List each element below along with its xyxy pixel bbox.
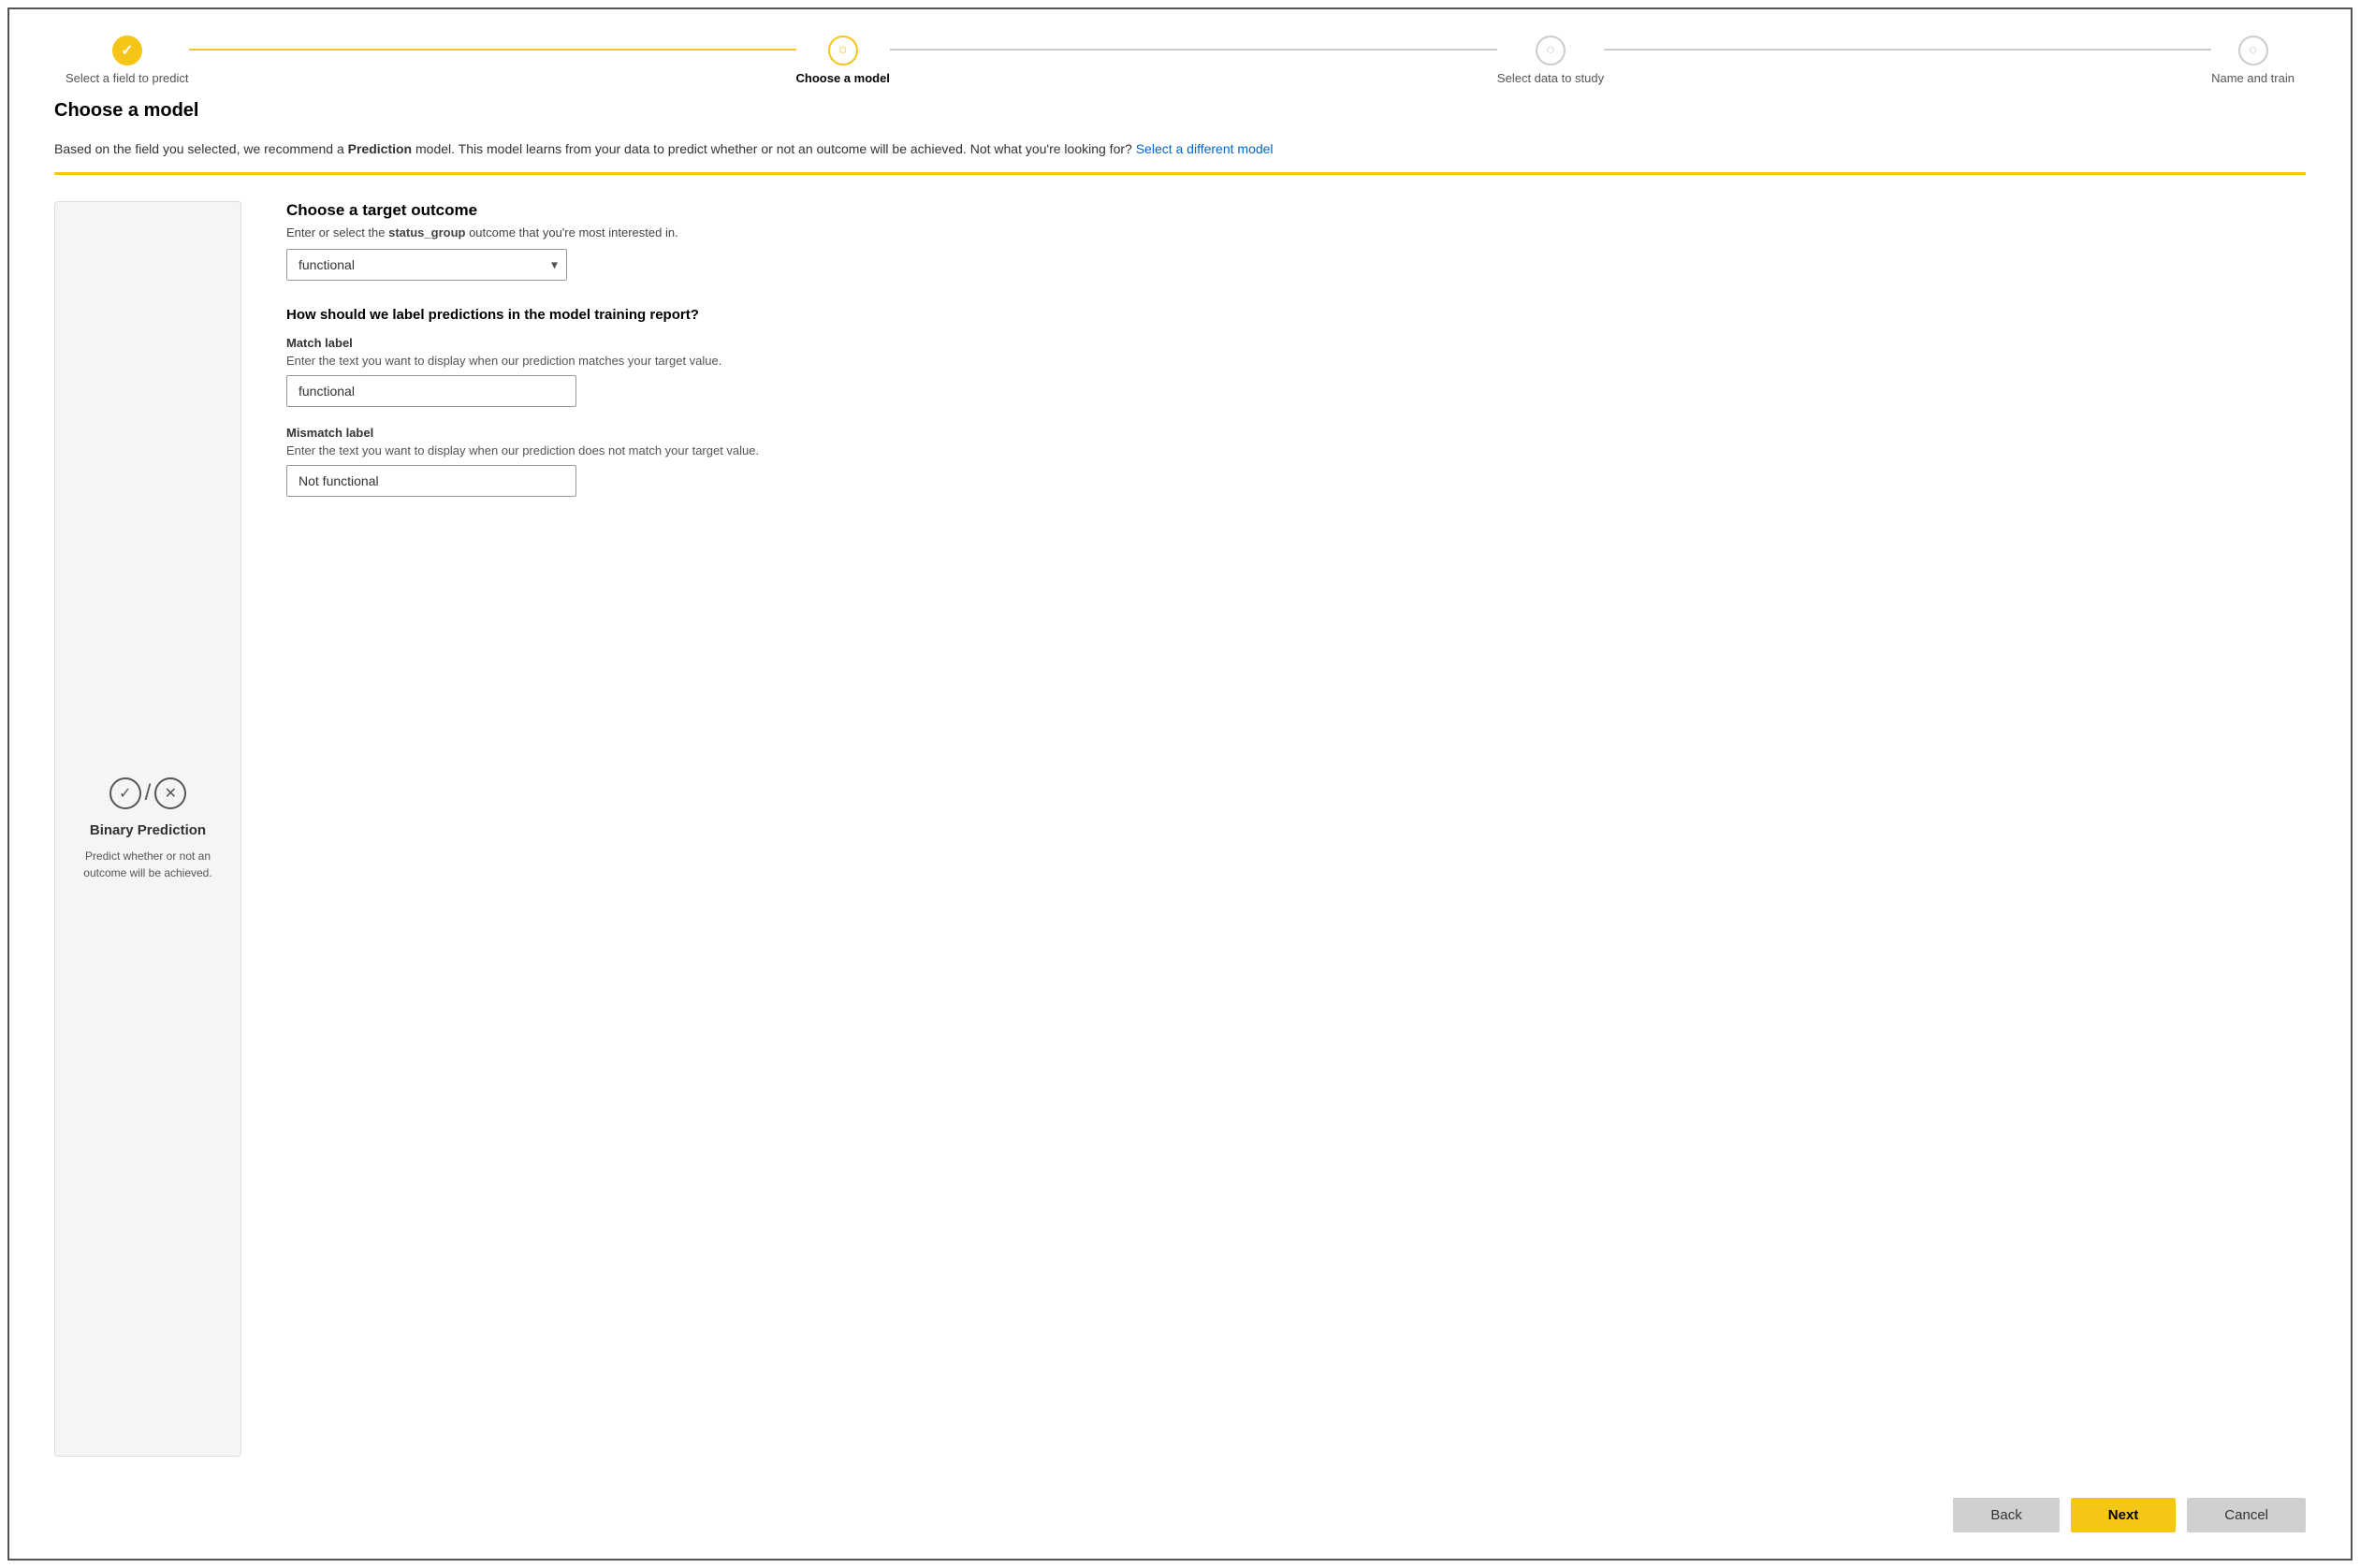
sub-text-1: Enter or select the [286,225,388,240]
step-circle-2: ○ [828,36,858,65]
target-outcome-dropdown[interactable]: functional functional needs repair non f… [286,249,567,281]
match-label-input[interactable] [286,375,576,407]
gold-divider [54,172,2306,175]
cancel-button[interactable]: Cancel [2187,1498,2306,1532]
rec-text-1: Based on the field you selected, we reco… [54,141,348,156]
right-panel: Choose a target outcome Enter or select … [286,201,2306,1457]
check-circle-icon: ✓ [109,777,141,809]
step-circle-3: ○ [1536,36,1566,65]
slash-icon: / [145,780,152,806]
step-select-data: ○ Select data to study [1497,36,1604,85]
target-outcome-dropdown-wrapper: functional functional needs repair non f… [286,249,567,281]
step-select-field: ✓ Select a field to predict [66,36,189,85]
connector-3-4 [1604,49,2211,51]
target-outcome-section: Choose a target outcome Enter or select … [286,201,2306,281]
select-different-model-link[interactable]: Select a different model [1136,141,1274,156]
match-label-title: Match label [286,336,2306,350]
step-label-3: Select data to study [1497,71,1604,85]
step-name-train: ○ Name and train [2211,36,2294,85]
step-circle-1: ✓ [112,36,142,65]
step-label-1: Select a field to predict [66,71,189,85]
label-predictions-section: How should we label predictions in the m… [286,307,2306,515]
mismatch-label-input[interactable] [286,465,576,497]
label-predictions-heading: How should we label predictions in the m… [286,307,2306,323]
main-row: ✓ / ✕ Binary Prediction Predict whether … [54,201,2306,1457]
connector-2-3 [890,49,1497,51]
recommendation-box: Based on the field you selected, we reco… [54,138,2306,159]
page-title: Choose a model [54,100,2306,122]
model-card-title: Binary Prediction [90,822,206,838]
next-button[interactable]: Next [2071,1498,2177,1532]
step-choose-model: ○ Choose a model [796,36,890,85]
x-circle-icon: ✕ [154,777,186,809]
match-label-group: Match label Enter the text you want to d… [286,336,2306,407]
step-label-4: Name and train [2211,71,2294,85]
model-card-desc: Predict whether or not an outcome will b… [70,848,226,881]
match-label-desc: Enter the text you want to display when … [286,354,2306,368]
main-content: Choose a model Based on the field you se… [9,100,2351,1475]
back-button[interactable]: Back [1953,1498,2059,1532]
footer: Back Next Cancel [9,1475,2351,1559]
step-circle-4: ○ [2238,36,2268,65]
binary-icon: ✓ / ✕ [109,777,187,809]
connector-1-2 [189,49,796,51]
rec-bold: Prediction [348,141,412,156]
step-label-2: Choose a model [796,71,890,85]
rec-text-2: model. This model learns from your data … [412,141,1136,156]
sub-text-2: outcome that you're most interested in. [465,225,677,240]
mismatch-label-group: Mismatch label Enter the text you want t… [286,426,2306,497]
sub-bold: status_group [388,225,465,240]
stepper: ✓ Select a field to predict ○ Choose a m… [9,9,2351,100]
target-outcome-title: Choose a target outcome [286,201,2306,220]
target-outcome-sub: Enter or select the status_group outcome… [286,225,2306,240]
mismatch-label-title: Mismatch label [286,426,2306,440]
model-card: ✓ / ✕ Binary Prediction Predict whether … [54,201,241,1457]
mismatch-label-desc: Enter the text you want to display when … [286,443,2306,457]
